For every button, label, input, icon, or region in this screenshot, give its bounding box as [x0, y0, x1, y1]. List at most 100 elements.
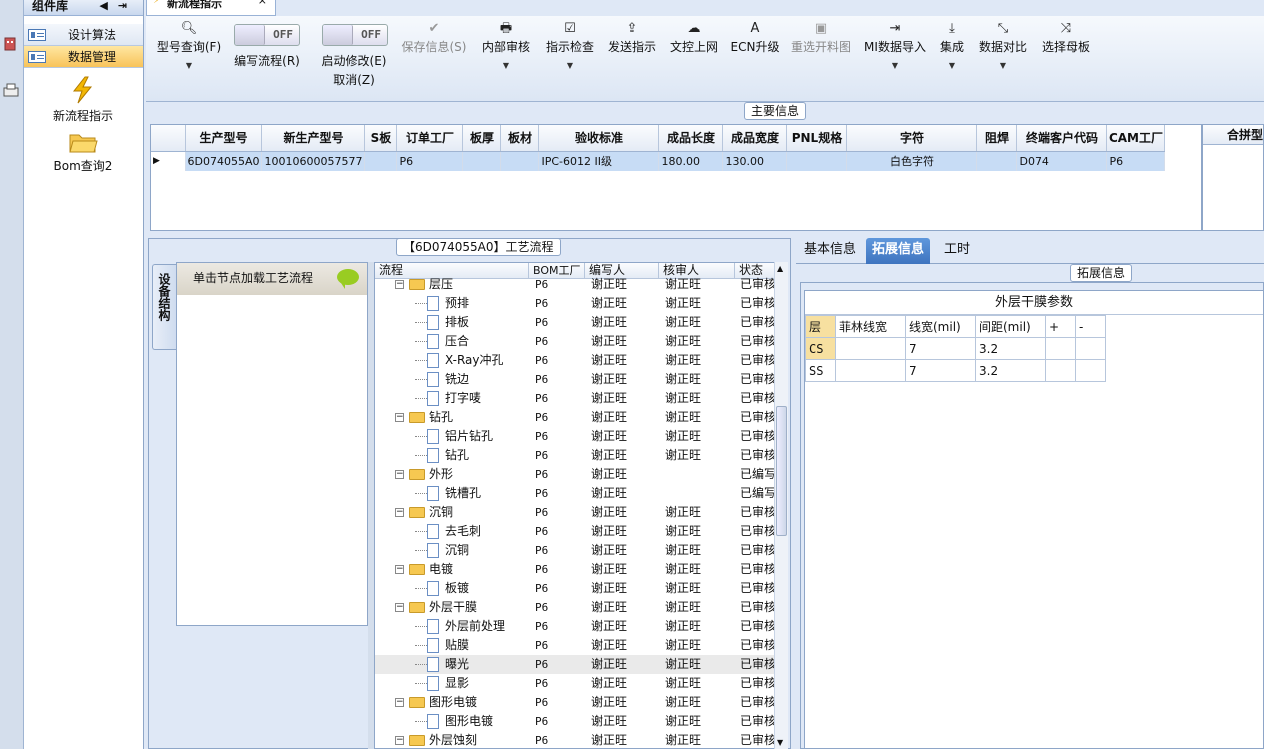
collapse-toggle-icon[interactable]: − [395, 413, 404, 422]
tree-node[interactable]: 层压 − P6 谢正旺 谢正旺 已审核 [375, 275, 775, 294]
model-query-button[interactable]: 🔍︎ 型号查询(F) ▼ [154, 20, 224, 70]
column-header[interactable]: 板材 [500, 125, 540, 152]
remove-column-button[interactable]: - [1075, 315, 1106, 338]
ecn-upgrade-button[interactable]: A ECN升级 [730, 20, 780, 55]
column-header[interactable]: 字符 [846, 125, 978, 152]
internal-review-button[interactable]: 🖶 内部审核 ▼ [480, 20, 532, 70]
tree-node[interactable]: 沉铜 − P6 谢正旺 谢正旺 已审核 [375, 503, 775, 522]
table-row[interactable]: CS 7 3.2 [805, 337, 1106, 360]
instruction-check-button[interactable]: ☑ 指示检查 ▼ [544, 20, 596, 70]
tree-node[interactable]: 铣槽孔 P6 谢正旺 已编写 [375, 484, 775, 503]
table-row[interactable]: SS 7 3.2 [805, 359, 1106, 382]
cell[interactable] [1075, 359, 1106, 382]
tree-node[interactable]: 铣边 P6 谢正旺 谢正旺 已审核 [375, 370, 775, 389]
column-header[interactable]: 生产型号 [185, 125, 263, 152]
cell[interactable]: P6 [396, 151, 464, 171]
tree-node[interactable]: 外层蚀刻 − P6 谢正旺 谢正旺 已审核 [375, 731, 775, 748]
tool-bom-query[interactable]: Bom查询2 [24, 130, 142, 174]
cell[interactable]: 6D074055A0 [185, 151, 263, 171]
tree-node[interactable]: 外层前处理 P6 谢正旺 谢正旺 已审核 [375, 617, 775, 636]
column-header[interactable]: 验收标准 [538, 125, 660, 152]
save-info-button[interactable]: ✔ 保存信息(S) [398, 20, 470, 55]
tab-basic-info[interactable]: 基本信息 [798, 238, 862, 264]
collapse-toggle-icon[interactable]: − [395, 508, 404, 517]
tree-node[interactable]: 排板 P6 谢正旺 谢正旺 已审核 [375, 313, 775, 332]
tree-node[interactable]: 压合 P6 谢正旺 谢正旺 已审核 [375, 332, 775, 351]
tree-scrollbar[interactable]: ▲ ▼ [774, 262, 788, 749]
collapse-left-icon[interactable]: ◀ [99, 0, 117, 12]
cell[interactable]: D074 [1016, 151, 1108, 171]
cell[interactable]: 白色字符 [846, 151, 978, 171]
send-instruction-button[interactable]: ⇪ 发送指示 [606, 20, 658, 55]
document-tab[interactable]: ⚡ 新流程指示 × [146, 0, 276, 16]
vertical-tab-equipment[interactable]: 设备结构 [152, 264, 176, 350]
category-design-algorithm[interactable]: 设计算法 [24, 24, 143, 46]
tree-node[interactable]: 去毛刺 P6 谢正旺 谢正旺 已审核 [375, 522, 775, 541]
start-modify-toggle[interactable]: OFF [322, 24, 388, 46]
tree-node[interactable]: 贴膜 P6 谢正旺 谢正旺 已审核 [375, 636, 775, 655]
dropdown-arrow-icon[interactable]: ▼ [480, 61, 532, 70]
category-data-management[interactable]: 数据管理 [24, 46, 143, 68]
cell[interactable]: 3.2 [975, 337, 1046, 360]
tree-node[interactable]: 铝片钻孔 P6 谢正旺 谢正旺 已审核 [375, 427, 775, 446]
dropdown-arrow-icon[interactable]: ▼ [862, 61, 928, 70]
dropdown-arrow-icon[interactable]: ▼ [976, 61, 1030, 70]
column-header[interactable]: 订单工厂 [396, 125, 464, 152]
dropdown-arrow-icon[interactable]: ▼ [544, 61, 596, 70]
cell[interactable]: CS [805, 337, 836, 360]
cell[interactable]: 10010600057577 [261, 151, 366, 171]
pin-icon[interactable]: ⇥ [118, 0, 137, 12]
cell[interactable]: IPC-6012 II级 [538, 151, 660, 171]
tree-node[interactable]: 预排 P6 谢正旺 谢正旺 已审核 [375, 294, 775, 313]
column-header[interactable]: PNL规格 [786, 125, 848, 152]
collapse-toggle-icon[interactable]: − [395, 603, 404, 612]
column-header[interactable]: 阻焊 [976, 125, 1018, 152]
printer-icon[interactable] [2, 82, 20, 100]
select-master-button[interactable]: ⤨ 选择母板 [1040, 20, 1092, 55]
tree-node[interactable]: 板镀 P6 谢正旺 谢正旺 已审核 [375, 579, 775, 598]
tab-work-hours[interactable]: 工时 [938, 238, 976, 264]
collapse-toggle-icon[interactable]: − [395, 470, 404, 479]
tree-node[interactable]: 钻孔 P6 谢正旺 谢正旺 已审核 [375, 446, 775, 465]
cell[interactable] [462, 151, 502, 171]
dropdown-arrow-icon[interactable]: ▼ [936, 61, 968, 70]
cell[interactable] [364, 151, 398, 171]
cell[interactable] [1075, 337, 1106, 360]
tree-node[interactable]: 图形电镀 − P6 谢正旺 谢正旺 已审核 [375, 693, 775, 712]
tree-node[interactable]: 沉铜 P6 谢正旺 谢正旺 已审核 [375, 541, 775, 560]
edit-flow-toggle[interactable]: OFF [234, 24, 300, 46]
cell[interactable]: 180.00 [658, 151, 724, 171]
integrate-button[interactable]: ⤓ 集成 ▼ [936, 20, 968, 70]
cell[interactable] [1045, 337, 1076, 360]
cell[interactable]: 7 [905, 337, 976, 360]
column-header[interactable]: S板 [364, 125, 398, 152]
data-compare-button[interactable]: ⤡ 数据对比 ▼ [976, 20, 1030, 70]
doc-upload-button[interactable]: ☁ 文控上网 [668, 20, 720, 55]
tree-node[interactable]: 图形电镀 P6 谢正旺 谢正旺 已审核 [375, 712, 775, 731]
column-header[interactable]: CAM工厂 [1106, 125, 1166, 152]
cell[interactable]: SS [805, 359, 836, 382]
column-header[interactable]: 成品宽度 [722, 125, 788, 152]
mi-import-button[interactable]: ⇥ MI数据导入 ▼ [862, 20, 928, 70]
table-row[interactable]: ▶ 6D074055A0 10010600057577 P6 IPC-6012 … [151, 151, 1166, 171]
cell[interactable]: P6 [1106, 151, 1166, 171]
cell[interactable] [786, 151, 848, 171]
column-header[interactable]: 新生产型号 [261, 125, 366, 152]
cell[interactable]: 130.00 [722, 151, 788, 171]
tree-node[interactable]: 电镀 − P6 谢正旺 谢正旺 已审核 [375, 560, 775, 579]
tree-node[interactable]: 外层干膜 − P6 谢正旺 谢正旺 已审核 [375, 598, 775, 617]
tree-node[interactable]: 显影 P6 谢正旺 谢正旺 已审核 [375, 674, 775, 693]
tool-new-flow-instruction[interactable]: 新流程指示 [24, 76, 142, 124]
scroll-down-icon[interactable]: ▼ [777, 738, 783, 747]
tree-node[interactable]: 打字唛 P6 谢正旺 谢正旺 已审核 [375, 389, 775, 408]
tree-node[interactable]: 曝光 P6 谢正旺 谢正旺 已审核 [375, 655, 775, 674]
cell[interactable]: 3.2 [975, 359, 1046, 382]
cell[interactable] [835, 337, 906, 360]
tree-node[interactable]: 钻孔 − P6 谢正旺 谢正旺 已审核 [375, 408, 775, 427]
collapse-toggle-icon[interactable]: − [395, 736, 404, 745]
tab-extended-info[interactable]: 拓展信息 [866, 238, 931, 264]
collapse-toggle-icon[interactable]: − [395, 698, 404, 707]
cell[interactable] [1045, 359, 1076, 382]
scrollbar-thumb[interactable] [776, 406, 787, 536]
collapse-toggle-icon[interactable]: − [395, 565, 404, 574]
